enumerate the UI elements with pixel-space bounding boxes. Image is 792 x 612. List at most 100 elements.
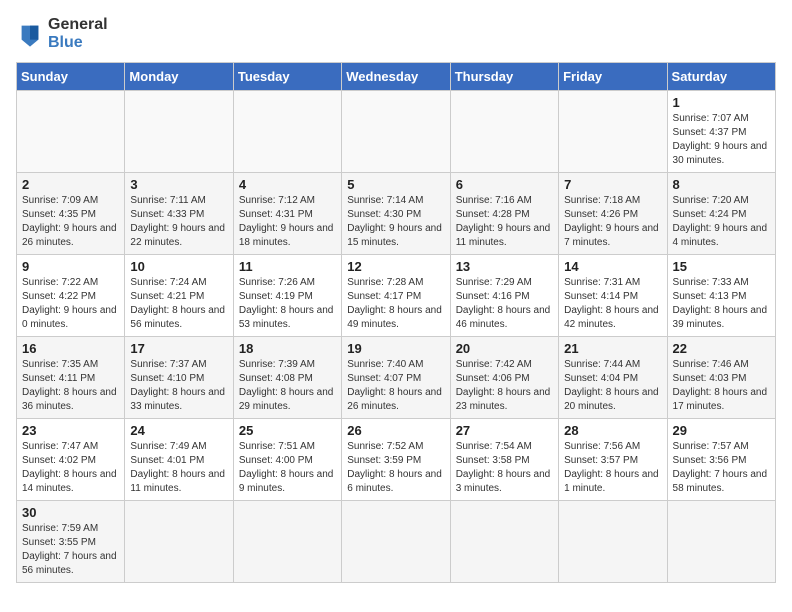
- day-number: 28: [564, 423, 661, 438]
- day-number: 15: [673, 259, 770, 274]
- calendar-week-row: 16 Sunrise: 7:35 AM Sunset: 4:11 PM Dayli…: [17, 337, 776, 419]
- calendar-cell: [450, 91, 558, 173]
- day-number: 7: [564, 177, 661, 192]
- calendar-cell: 3 Sunrise: 7:11 AM Sunset: 4:33 PM Daylig…: [125, 173, 233, 255]
- calendar-cell: 12 Sunrise: 7:28 AM Sunset: 4:17 PM Dayli…: [342, 255, 450, 337]
- day-number: 3: [130, 177, 227, 192]
- page-header: General Blue: [16, 16, 776, 52]
- calendar-week-row: 2 Sunrise: 7:09 AM Sunset: 4:35 PM Daylig…: [17, 173, 776, 255]
- day-info: Sunrise: 7:07 AM Sunset: 4:37 PM Dayligh…: [673, 112, 770, 168]
- day-number: 26: [347, 423, 444, 438]
- day-number: 16: [22, 341, 119, 356]
- calendar-cell: [125, 91, 233, 173]
- weekday-header-monday: Monday: [125, 63, 233, 91]
- calendar-week-row: 30 Sunrise: 7:59 AM Sunset: 3:55 PM Dayli…: [17, 501, 776, 583]
- day-number: 9: [22, 259, 119, 274]
- calendar-cell: 23Sunrise: 7:47 AM Sunset: 4:02 PM Dayli…: [17, 419, 125, 501]
- calendar-cell: 4 Sunrise: 7:12 AM Sunset: 4:31 PM Daylig…: [233, 173, 341, 255]
- day-info: Sunrise: 7:09 AM Sunset: 4:35 PM Dayligh…: [22, 194, 119, 250]
- weekday-header-saturday: Saturday: [667, 63, 775, 91]
- day-info: Sunrise: 7:31 AM Sunset: 4:14 PM Dayligh…: [564, 276, 661, 332]
- calendar-cell: 13Sunrise: 7:29 AM Sunset: 4:16 PM Dayli…: [450, 255, 558, 337]
- day-info: Sunrise: 7:33 AM Sunset: 4:13 PM Dayligh…: [673, 276, 770, 332]
- day-number: 27: [456, 423, 553, 438]
- calendar-cell: 27 Sunrise: 7:54 AM Sunset: 3:58 PM Dayli…: [450, 419, 558, 501]
- calendar-cell: 15 Sunrise: 7:33 AM Sunset: 4:13 PM Dayli…: [667, 255, 775, 337]
- day-info: Sunrise: 7:11 AM Sunset: 4:33 PM Dayligh…: [130, 194, 227, 250]
- day-info: Sunrise: 7:18 AM Sunset: 4:26 PM Dayligh…: [564, 194, 661, 250]
- day-info: Sunrise: 7:49 AM Sunset: 4:01 PM Dayligh…: [130, 440, 227, 496]
- calendar-cell: 30 Sunrise: 7:59 AM Sunset: 3:55 PM Dayli…: [17, 501, 125, 583]
- calendar-cell: 22 Sunrise: 7:46 AM Sunset: 4:03 PM Dayli…: [667, 337, 775, 419]
- day-info: Sunrise: 7:20 AM Sunset: 4:24 PM Dayligh…: [673, 194, 770, 250]
- day-number: 19: [347, 341, 444, 356]
- calendar-cell: [233, 91, 341, 173]
- day-info: Sunrise: 7:56 AM Sunset: 3:57 PM Dayligh…: [564, 440, 661, 496]
- calendar-cell: 6Sunrise: 7:16 AM Sunset: 4:28 PM Daylig…: [450, 173, 558, 255]
- calendar-cell: 21Sunrise: 7:44 AM Sunset: 4:04 PM Dayli…: [559, 337, 667, 419]
- day-number: 21: [564, 341, 661, 356]
- calendar-cell: [559, 91, 667, 173]
- day-number: 8: [673, 177, 770, 192]
- day-number: 29: [673, 423, 770, 438]
- calendar-week-row: 9 Sunrise: 7:22 AM Sunset: 4:22 PM Daylig…: [17, 255, 776, 337]
- day-number: 17: [130, 341, 227, 356]
- day-info: Sunrise: 7:35 AM Sunset: 4:11 PM Dayligh…: [22, 358, 119, 414]
- day-number: 30: [22, 505, 119, 520]
- day-number: 1: [673, 95, 770, 110]
- weekday-header-friday: Friday: [559, 63, 667, 91]
- day-info: Sunrise: 7:24 AM Sunset: 4:21 PM Dayligh…: [130, 276, 227, 332]
- calendar-cell: 7 Sunrise: 7:18 AM Sunset: 4:26 PM Daylig…: [559, 173, 667, 255]
- day-info: Sunrise: 7:59 AM Sunset: 3:55 PM Dayligh…: [22, 522, 119, 578]
- day-info: Sunrise: 7:47 AM Sunset: 4:02 PM Dayligh…: [22, 440, 119, 496]
- day-info: Sunrise: 7:46 AM Sunset: 4:03 PM Dayligh…: [673, 358, 770, 414]
- day-info: Sunrise: 7:28 AM Sunset: 4:17 PM Dayligh…: [347, 276, 444, 332]
- calendar-cell: [125, 501, 233, 583]
- calendar-cell: 9 Sunrise: 7:22 AM Sunset: 4:22 PM Daylig…: [17, 255, 125, 337]
- calendar-week-row: 23Sunrise: 7:47 AM Sunset: 4:02 PM Dayli…: [17, 419, 776, 501]
- day-info: Sunrise: 7:16 AM Sunset: 4:28 PM Dayligh…: [456, 194, 553, 250]
- calendar-cell: 29Sunrise: 7:57 AM Sunset: 3:56 PM Dayli…: [667, 419, 775, 501]
- calendar-week-row: 1 Sunrise: 7:07 AM Sunset: 4:37 PM Daylig…: [17, 91, 776, 173]
- day-info: Sunrise: 7:22 AM Sunset: 4:22 PM Dayligh…: [22, 276, 119, 332]
- calendar-cell: [233, 501, 341, 583]
- day-number: 22: [673, 341, 770, 356]
- calendar-cell: 1 Sunrise: 7:07 AM Sunset: 4:37 PM Daylig…: [667, 91, 775, 173]
- calendar-cell: 11Sunrise: 7:26 AM Sunset: 4:19 PM Dayli…: [233, 255, 341, 337]
- logo-icon: [16, 20, 44, 48]
- logo-text: General Blue: [48, 16, 108, 52]
- day-number: 11: [239, 259, 336, 274]
- day-info: Sunrise: 7:42 AM Sunset: 4:06 PM Dayligh…: [456, 358, 553, 414]
- calendar-table: SundayMondayTuesdayWednesdayThursdayFrid…: [16, 62, 776, 583]
- weekday-header-wednesday: Wednesday: [342, 63, 450, 91]
- calendar-cell: 24Sunrise: 7:49 AM Sunset: 4:01 PM Dayli…: [125, 419, 233, 501]
- day-info: Sunrise: 7:37 AM Sunset: 4:10 PM Dayligh…: [130, 358, 227, 414]
- day-number: 20: [456, 341, 553, 356]
- day-info: Sunrise: 7:40 AM Sunset: 4:07 PM Dayligh…: [347, 358, 444, 414]
- day-info: Sunrise: 7:12 AM Sunset: 4:31 PM Dayligh…: [239, 194, 336, 250]
- day-info: Sunrise: 7:14 AM Sunset: 4:30 PM Dayligh…: [347, 194, 444, 250]
- calendar-header-row: SundayMondayTuesdayWednesdayThursdayFrid…: [17, 63, 776, 91]
- calendar-cell: [667, 501, 775, 583]
- day-number: 4: [239, 177, 336, 192]
- calendar-cell: 10 Sunrise: 7:24 AM Sunset: 4:21 PM Dayli…: [125, 255, 233, 337]
- calendar-cell: [450, 501, 558, 583]
- calendar-cell: 20 Sunrise: 7:42 AM Sunset: 4:06 PM Dayli…: [450, 337, 558, 419]
- day-number: 12: [347, 259, 444, 274]
- day-number: 10: [130, 259, 227, 274]
- logo: General Blue: [16, 16, 108, 52]
- day-number: 25: [239, 423, 336, 438]
- calendar-cell: 14Sunrise: 7:31 AM Sunset: 4:14 PM Dayli…: [559, 255, 667, 337]
- calendar-cell: [342, 91, 450, 173]
- day-number: 18: [239, 341, 336, 356]
- calendar-cell: 26Sunrise: 7:52 AM Sunset: 3:59 PM Dayli…: [342, 419, 450, 501]
- weekday-header-sunday: Sunday: [17, 63, 125, 91]
- day-info: Sunrise: 7:54 AM Sunset: 3:58 PM Dayligh…: [456, 440, 553, 496]
- day-number: 2: [22, 177, 119, 192]
- day-number: 13: [456, 259, 553, 274]
- calendar-cell: 18Sunrise: 7:39 AM Sunset: 4:08 PM Dayli…: [233, 337, 341, 419]
- day-number: 5: [347, 177, 444, 192]
- day-info: Sunrise: 7:51 AM Sunset: 4:00 PM Dayligh…: [239, 440, 336, 496]
- calendar-cell: 28 Sunrise: 7:56 AM Sunset: 3:57 PM Dayli…: [559, 419, 667, 501]
- calendar-cell: 2 Sunrise: 7:09 AM Sunset: 4:35 PM Daylig…: [17, 173, 125, 255]
